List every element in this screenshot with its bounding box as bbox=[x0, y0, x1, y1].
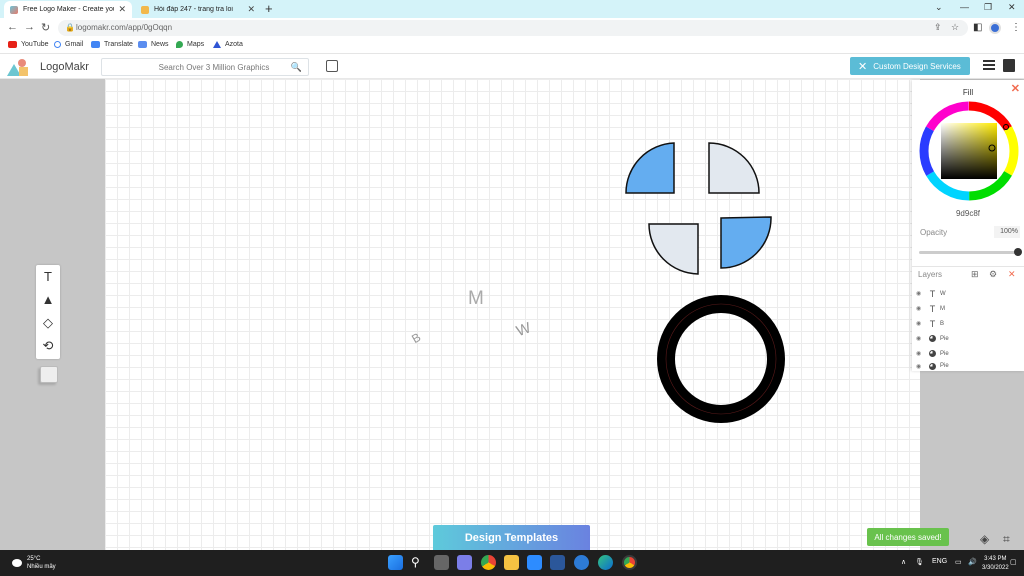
visibility-eye-icon[interactable]: ◉ bbox=[916, 335, 925, 342]
start-windows-icon[interactable] bbox=[388, 555, 403, 570]
layer-row[interactable]: ◉ T W bbox=[916, 286, 1016, 301]
crop-icon[interactable]: ⌗ bbox=[1003, 532, 1010, 547]
layer-settings-gear-icon[interactable]: ⚙ bbox=[989, 269, 997, 280]
layer-row[interactable]: ◉ Pie bbox=[916, 361, 1016, 371]
text-layer-icon: T bbox=[929, 318, 936, 329]
chrome-icon[interactable] bbox=[481, 555, 496, 570]
add-layer-image-icon[interactable]: ⊞ bbox=[971, 269, 979, 280]
opacity-value[interactable]: 100% bbox=[994, 226, 1020, 238]
file-explorer-icon[interactable] bbox=[504, 555, 519, 570]
pie-layer-icon bbox=[929, 362, 936, 370]
windows-taskbar: 25°C Nhiều mây ⚲ ∧ 🎙 ENG ▭ 🔊 3:43 PM 3/30… bbox=[0, 550, 1024, 576]
temperature: 25°C bbox=[27, 556, 41, 562]
canvas-letter-m[interactable]: M bbox=[468, 288, 484, 309]
input-language[interactable]: ENG bbox=[932, 558, 947, 565]
quarter-pie-top-left[interactable] bbox=[625, 142, 675, 194]
opacity-slider[interactable] bbox=[919, 248, 1022, 256]
cloud-icon bbox=[12, 559, 22, 567]
fill-title: Fill bbox=[962, 88, 974, 97]
messenger-icon[interactable] bbox=[574, 555, 589, 570]
clock-time: 3:43 PM bbox=[984, 556, 1007, 562]
layers-header: Layers ⊞ ⚙ ✕ bbox=[912, 266, 1024, 280]
quarter-pie-top-right[interactable] bbox=[708, 142, 760, 194]
canvas-letter-b[interactable]: B bbox=[409, 330, 423, 346]
visibility-eye-icon[interactable]: ◉ bbox=[916, 350, 925, 357]
network-icon[interactable]: ▭ bbox=[955, 558, 962, 566]
edge-icon[interactable] bbox=[598, 555, 613, 570]
opacity-slider-knob[interactable] bbox=[1014, 248, 1022, 256]
canvas-letter-w[interactable]: W bbox=[514, 319, 534, 340]
quarter-pie-bottom-right[interactable] bbox=[720, 216, 772, 269]
volume-icon[interactable]: 🔊 bbox=[968, 558, 977, 566]
color-wheel[interactable] bbox=[919, 101, 1019, 201]
layer-row[interactable]: ◉ Pie bbox=[916, 331, 1016, 346]
visibility-eye-icon[interactable]: ◉ bbox=[916, 363, 925, 370]
visibility-eye-icon[interactable]: ◉ bbox=[916, 305, 925, 312]
layer-row[interactable]: ◉ T M bbox=[916, 301, 1016, 316]
layer-row[interactable]: ◉ T B bbox=[916, 316, 1016, 331]
pie-layer-icon bbox=[929, 350, 936, 357]
layers-stack-icon[interactable]: ◈ bbox=[980, 532, 989, 546]
teams-chat-icon[interactable] bbox=[457, 555, 472, 570]
notification-icon[interactable]: ▢ bbox=[1010, 558, 1017, 566]
weather-widget[interactable]: 25°C Nhiều mây bbox=[12, 555, 56, 571]
system-clock[interactable]: 3:43 PM 3/30/2022 bbox=[982, 555, 1009, 573]
chrome-active-icon[interactable] bbox=[622, 555, 637, 570]
clock-date: 3/30/2022 bbox=[982, 565, 1009, 571]
microphone-icon[interactable]: 🎙 bbox=[915, 558, 924, 566]
taskbar-search-icon[interactable]: ⚲ bbox=[411, 555, 426, 570]
quarter-pie-bottom-left[interactable] bbox=[648, 223, 699, 275]
show-hidden-icons-chevron-icon[interactable]: ∧ bbox=[901, 558, 906, 566]
visibility-eye-icon[interactable]: ◉ bbox=[916, 320, 925, 327]
task-view-icon[interactable] bbox=[434, 555, 449, 570]
hex-value[interactable]: 9d9c8f bbox=[912, 209, 1024, 218]
word-icon[interactable] bbox=[550, 555, 565, 570]
layer-row[interactable]: ◉ Pie bbox=[916, 346, 1016, 361]
design-templates-button[interactable]: Design Templates bbox=[433, 525, 590, 550]
layers-label: Layers bbox=[918, 270, 943, 279]
saved-status-badge: All changes saved! bbox=[867, 528, 949, 546]
visibility-eye-icon[interactable]: ◉ bbox=[916, 290, 925, 297]
text-layer-icon: T bbox=[929, 288, 936, 299]
text-layer-icon: T bbox=[929, 303, 936, 314]
weather-description: Nhiều mây bbox=[27, 564, 56, 570]
ring-shape[interactable] bbox=[657, 295, 785, 423]
opacity-label: Opacity bbox=[920, 228, 948, 237]
fill-panel: ✕ Fill 9d9c8f Opacity 100% Layers ⊞ ⚙ ✕ bbox=[912, 80, 1024, 371]
zoom-icon[interactable] bbox=[527, 555, 542, 570]
close-layers-icon[interactable]: ✕ bbox=[1008, 269, 1016, 280]
pie-layer-icon bbox=[929, 335, 936, 342]
canvas-artwork: M B W bbox=[409, 142, 785, 423]
